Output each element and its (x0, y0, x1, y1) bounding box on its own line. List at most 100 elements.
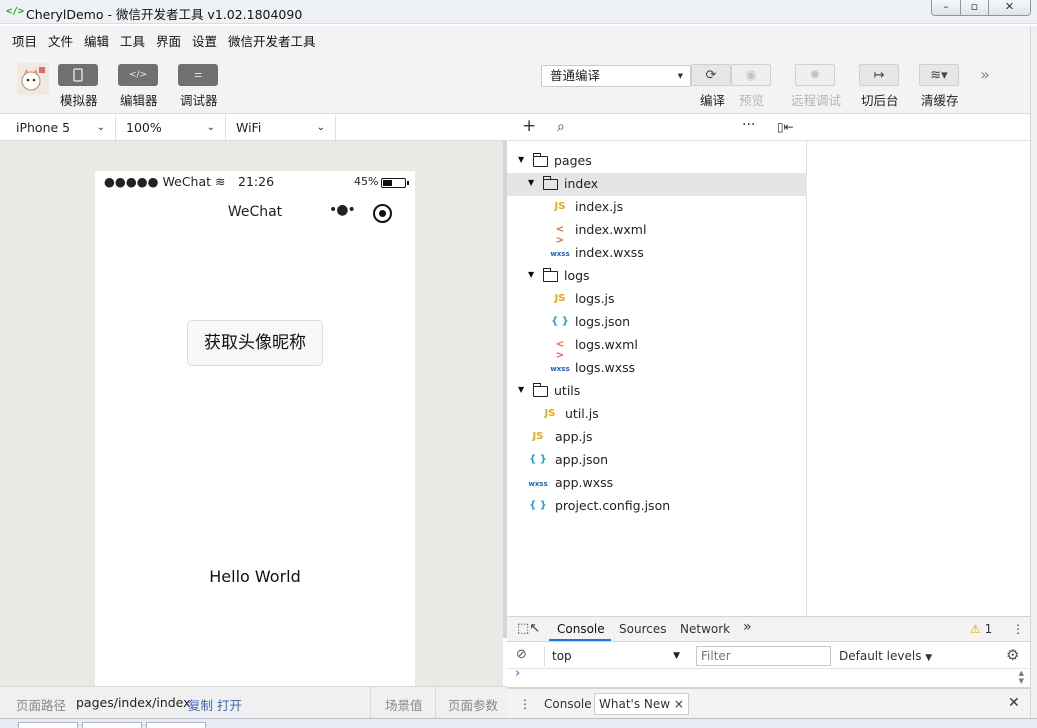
taskbar-item[interactable] (18, 722, 78, 728)
compile-button[interactable]: ⟳ (691, 64, 731, 86)
file-name: app.wxss (555, 475, 614, 490)
compile-mode-select[interactable]: 普通编译 ▼ (541, 65, 691, 87)
active-tab-indicator (549, 639, 611, 641)
file-index-wxml[interactable]: < > index.wxml (507, 219, 807, 246)
file-app-json[interactable]: { } app.json (507, 449, 807, 472)
add-file-icon[interactable]: + (522, 116, 536, 136)
phone-icon (73, 68, 83, 82)
simulator-toggle-button[interactable] (58, 64, 98, 86)
close-target-icon[interactable] (373, 204, 392, 223)
chevron-down-icon: ⌄ (316, 122, 325, 133)
taskbar-item[interactable] (82, 722, 142, 728)
file-index-js[interactable]: JS index.js (507, 196, 807, 219)
debugger-toggle-button[interactable]: ⚌ (178, 64, 218, 86)
device-select[interactable]: iPhone 5 ⌄ (6, 115, 116, 140)
menu-edit[interactable]: 编辑 (84, 31, 109, 50)
file-logs-json[interactable]: { } logs.json (507, 311, 807, 334)
context-select[interactable]: top ▼ (544, 647, 686, 666)
scene-value-button[interactable]: 场景值 (385, 695, 423, 714)
get-avatar-nickname-button[interactable]: 获取头像昵称 (187, 320, 323, 366)
file-logs-wxss[interactable]: wxss logs.wxss (507, 357, 807, 380)
copy-path-link[interactable]: 复制 (188, 695, 213, 714)
drawer-tabbar: ⋮ Console What's New × ✕ (507, 688, 1030, 718)
folder-index[interactable]: ▼ index (507, 173, 807, 196)
toolbar-more-icon[interactable]: » (975, 64, 995, 86)
preview-label: 预览 (739, 93, 765, 108)
user-avatar[interactable] (17, 63, 49, 95)
tab-network[interactable]: Network (680, 622, 730, 636)
devtools-menu-icon[interactable]: ⋮ (1012, 622, 1024, 636)
zoom-select[interactable]: 100% ⌄ (116, 115, 226, 140)
window-title: CherylDemo - 微信开发者工具 v1.02.1804090 (26, 7, 303, 22)
layers-icon: ≋▾ (930, 68, 948, 83)
tab-console[interactable]: Console (557, 622, 605, 636)
folder-logs[interactable]: ▼ logs (507, 265, 807, 288)
open-path-link[interactable]: 打开 (217, 695, 242, 714)
taskbar-item[interactable] (146, 722, 206, 728)
refresh-icon: ⟳ (705, 68, 717, 83)
clear-cache-button[interactable]: ≋▾ (919, 64, 959, 86)
file-app-js[interactable]: JS app.js (507, 426, 807, 449)
minimize-icon[interactable]: – (932, 0, 960, 15)
bug-icon: ✹ (809, 68, 821, 83)
console-settings-gear-icon[interactable]: ⚙ (1006, 646, 1019, 664)
status-footer: 页面路径 pages/index/index 复制 打开 场景值 页面参数 (0, 686, 507, 718)
log-levels-select[interactable]: Default levels ▼ (839, 649, 932, 663)
file-name: index.wxss (575, 245, 644, 260)
menu-interface[interactable]: 界面 (156, 31, 181, 50)
os-taskbar (0, 718, 1037, 728)
preview-button[interactable]: ◉ (731, 64, 771, 86)
drawer-tab-console[interactable]: Console (544, 697, 592, 711)
tab-sources[interactable]: Sources (619, 622, 666, 636)
close-icon[interactable]: ✕ (988, 0, 1030, 15)
battery-percent: 45% (354, 175, 379, 188)
more-dots-icon[interactable]: •●• (329, 202, 356, 218)
file-logs-js[interactable]: JS logs.js (507, 288, 807, 311)
file-project-config-json[interactable]: { } project.config.json (507, 495, 807, 518)
menu-project[interactable]: 项目 (12, 31, 37, 50)
search-icon[interactable]: ⌕ (557, 119, 565, 135)
close-drawer-icon[interactable]: ✕ (1008, 695, 1020, 711)
wxss-file-icon: wxss (550, 365, 570, 373)
editor-toggle-button[interactable]: </> (118, 64, 158, 86)
window-controls: – ▫ ✕ (931, 0, 1031, 16)
zoom-value: 100% (126, 120, 162, 135)
file-index-wxss[interactable]: wxss index.wxss (507, 242, 807, 265)
drawer-menu-icon[interactable]: ⋮ (519, 697, 531, 711)
network-select[interactable]: WiFi ⌄ (226, 115, 336, 140)
more-options-icon[interactable]: ··· (742, 117, 755, 133)
collapse-panel-icon[interactable]: ▯⇤ (777, 120, 794, 134)
menu-wechat-devtools[interactable]: 微信开发者工具 (228, 31, 316, 50)
menu-file[interactable]: 文件 (48, 31, 73, 50)
inspect-element-icon[interactable]: ⬚↖ (517, 621, 540, 636)
scroll-arrows-icon[interactable]: ▲ ▼ (1019, 669, 1024, 685)
switch-background-icon: ↦ (873, 68, 885, 83)
file-name: util.js (565, 406, 599, 421)
file-name: project.config.json (555, 498, 671, 513)
file-tree: ▼ pages ▼ index JS index.js < > index.wx… (507, 141, 807, 616)
warning-badge[interactable]: ⚠ 1 (970, 622, 992, 636)
json-file-icon: { } (551, 316, 569, 327)
menu-settings[interactable]: 设置 (192, 31, 217, 50)
drawer-tab-whats-new[interactable]: What's New × (594, 693, 689, 715)
background-button[interactable]: ↦ (859, 64, 899, 86)
console-filter-input[interactable] (696, 646, 831, 666)
clear-console-icon[interactable]: ⊘ (516, 647, 527, 662)
phone-status-bar: ●●●●● WeChat ≋ 21:26 45% (95, 171, 415, 193)
js-file-icon: JS (544, 408, 556, 419)
folder-pages[interactable]: ▼ pages (507, 150, 807, 173)
file-app-wxss[interactable]: wxss app.wxss (507, 472, 807, 495)
file-util-js[interactable]: JS util.js (507, 403, 807, 426)
maximize-icon[interactable]: ▫ (960, 0, 988, 15)
folder-icon (533, 153, 548, 167)
menu-tools[interactable]: 工具 (120, 31, 145, 50)
editor-tabbar (807, 115, 1037, 141)
page-params-button[interactable]: 页面参数 (448, 695, 498, 714)
simulator-label: 模拟器 (60, 93, 98, 108)
more-tabs-icon[interactable]: » (743, 619, 752, 635)
file-logs-wxml[interactable]: < > logs.wxml (507, 334, 807, 361)
remote-debug-button[interactable]: ✹ (795, 64, 835, 86)
console-prompt[interactable]: › ▲ ▼ (507, 666, 1030, 688)
folder-utils[interactable]: ▼ utils (507, 380, 807, 403)
right-scrollbar[interactable] (1030, 26, 1037, 728)
